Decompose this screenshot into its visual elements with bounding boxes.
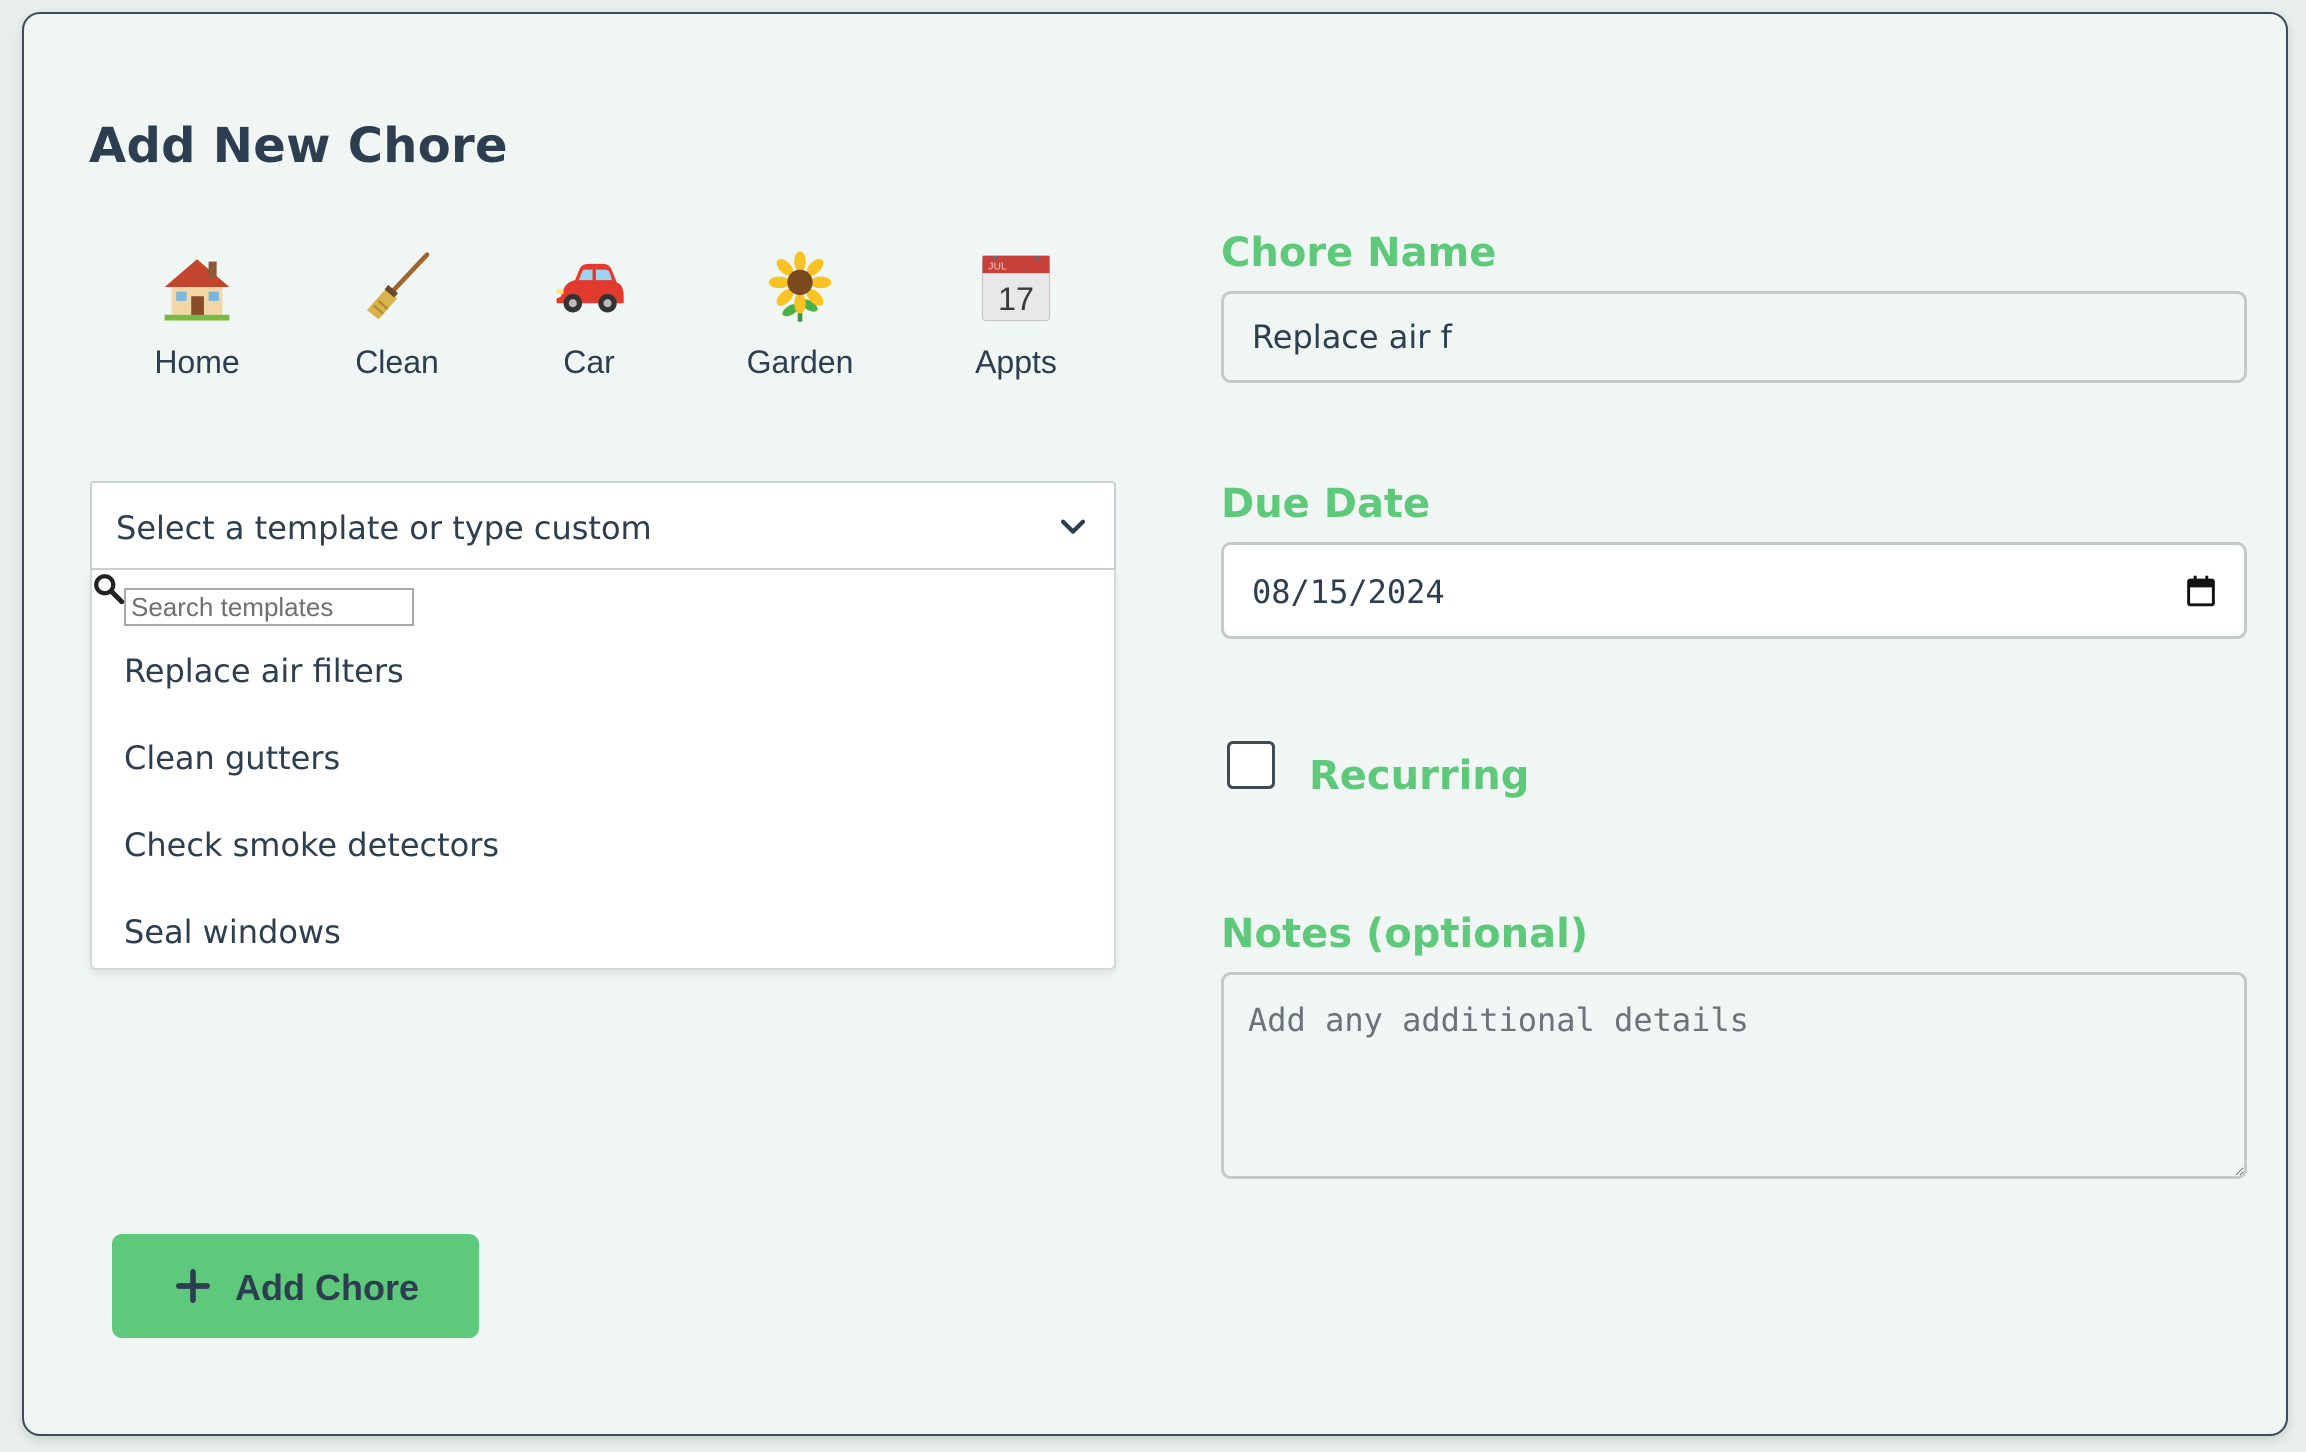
notes-label: Notes (optional) bbox=[1221, 911, 1589, 957]
chore-name-input[interactable] bbox=[1221, 291, 2247, 383]
house-icon bbox=[164, 259, 230, 321]
add-chore-button-label: Add Chore bbox=[235, 1267, 419, 1308]
template-select-value: Select a template or type custom bbox=[116, 509, 652, 547]
recurring-checkbox[interactable] bbox=[1227, 741, 1275, 789]
notes-textarea[interactable] bbox=[1221, 972, 2247, 1179]
search-icon bbox=[94, 574, 125, 605]
page-title: Add New Chore bbox=[89, 118, 508, 174]
category-label: Home bbox=[154, 344, 240, 380]
due-date-label: Due Date bbox=[1221, 481, 1431, 527]
category-label: Clean bbox=[355, 344, 439, 380]
template-option[interactable]: Seal windows bbox=[124, 913, 341, 951]
sunflower-icon bbox=[768, 251, 832, 322]
car-icon bbox=[556, 263, 624, 313]
category-label: Appts bbox=[975, 344, 1057, 380]
category-appts[interactable]: JUL 17 Appts bbox=[936, 250, 1096, 381]
template-option[interactable]: Replace air filters bbox=[124, 652, 404, 690]
add-chore-button[interactable]: Add Chore bbox=[112, 1234, 479, 1338]
add-chore-card: Add New Chore Home Clean Car Garden JUL … bbox=[22, 12, 2288, 1436]
svg-text:17: 17 bbox=[998, 281, 1034, 317]
chevron-down-icon bbox=[1060, 519, 1086, 534]
category-label: Garden bbox=[746, 344, 854, 380]
recurring-label: Recurring bbox=[1309, 753, 1530, 799]
template-select[interactable]: Select a template or type custom bbox=[90, 481, 1116, 570]
broom-icon bbox=[366, 252, 430, 320]
due-date-input[interactable]: 08/15/2024 bbox=[1221, 542, 2247, 639]
template-option[interactable]: Check smoke detectors bbox=[124, 826, 499, 864]
category-clean[interactable]: Clean bbox=[317, 250, 477, 381]
due-date-value: 08/15/2024 bbox=[1252, 573, 1445, 611]
chore-name-label: Chore Name bbox=[1221, 230, 1497, 276]
template-search-input[interactable] bbox=[124, 588, 414, 626]
category-car[interactable]: Car bbox=[509, 250, 669, 381]
category-garden[interactable]: Garden bbox=[720, 250, 880, 381]
calendar-picker-icon[interactable] bbox=[2186, 575, 2216, 607]
template-dropdown: Replace air filters Clean gutters Check … bbox=[90, 570, 1116, 970]
calendar-icon: JUL 17 bbox=[981, 255, 1051, 322]
category-home[interactable]: Home bbox=[117, 250, 277, 381]
category-label: Car bbox=[563, 344, 615, 380]
template-option[interactable]: Clean gutters bbox=[124, 739, 340, 777]
plus-icon bbox=[176, 1269, 210, 1303]
svg-text:JUL: JUL bbox=[988, 262, 1007, 273]
